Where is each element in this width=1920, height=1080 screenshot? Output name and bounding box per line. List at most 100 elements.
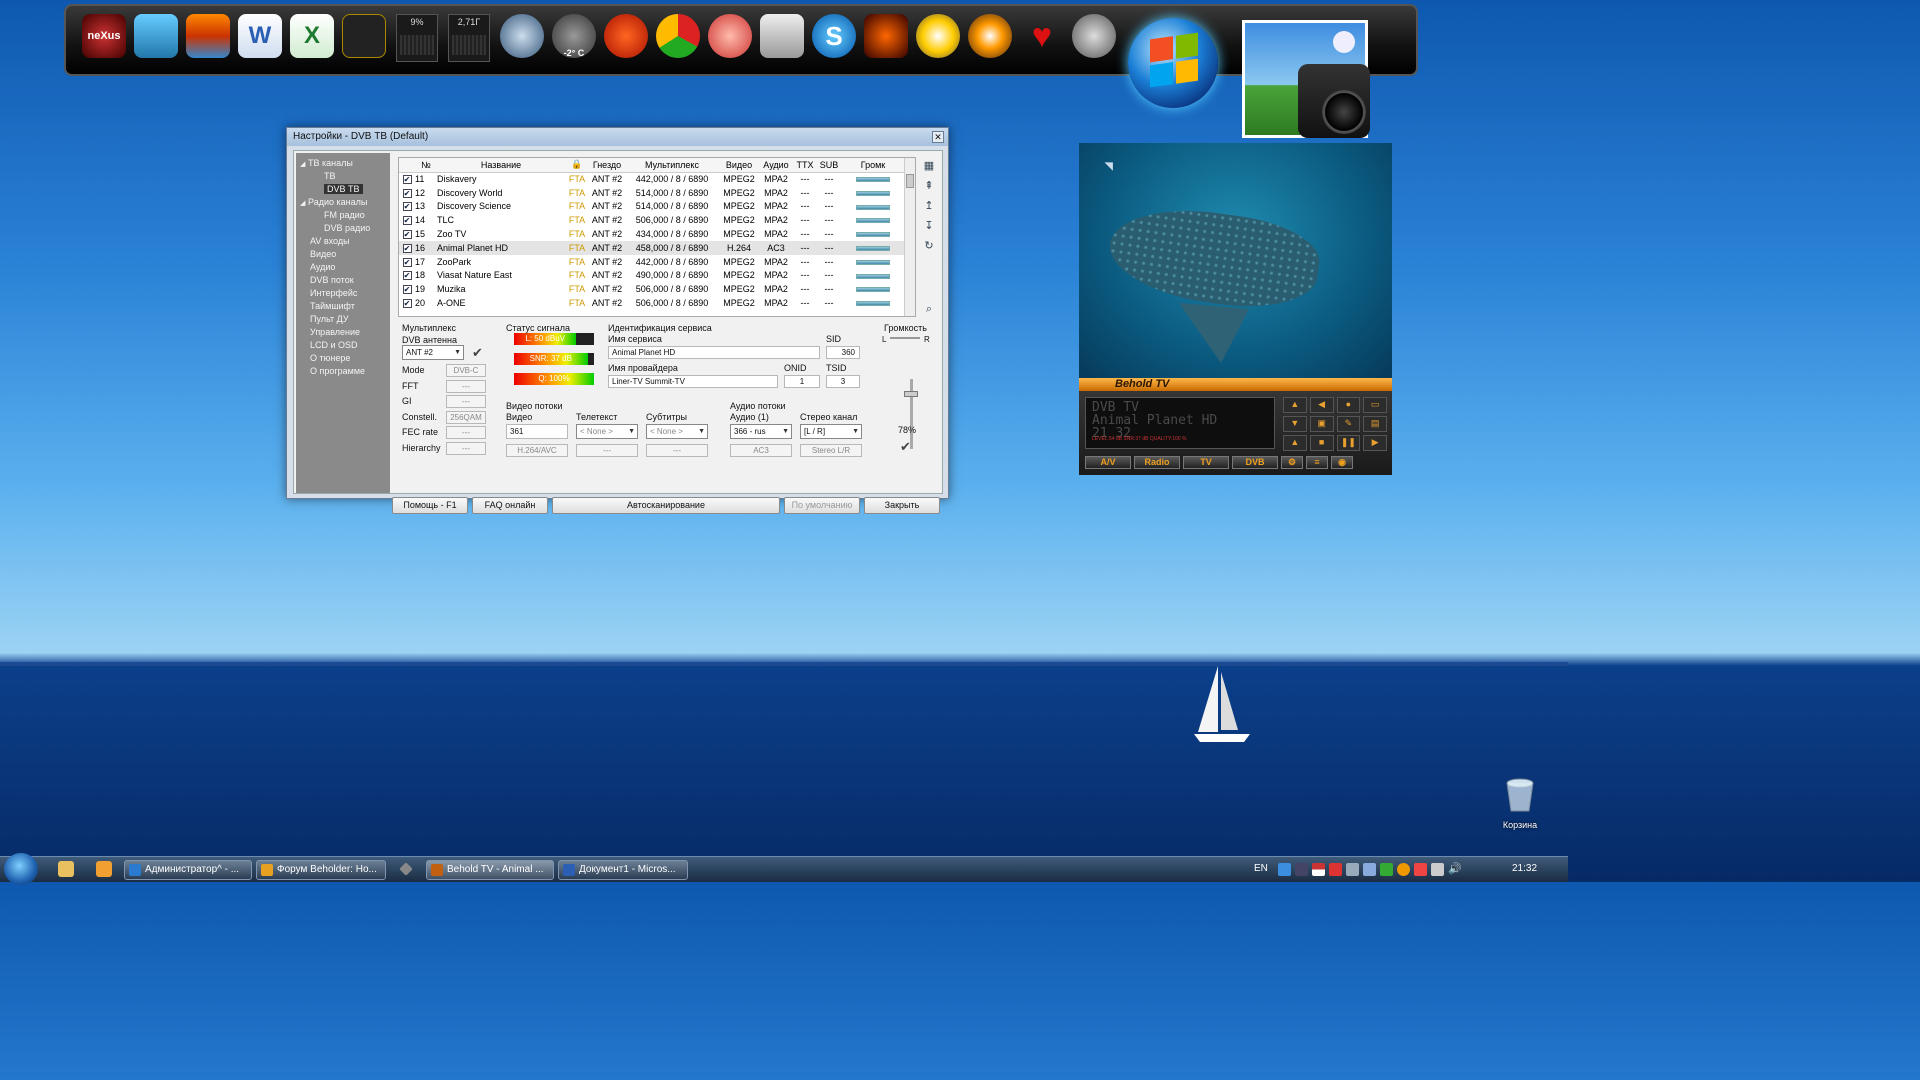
- column-header[interactable]: №: [415, 158, 437, 173]
- computer-icon[interactable]: [134, 14, 178, 58]
- tree-item[interactable]: LCD и OSD: [300, 339, 386, 352]
- skype-tray-icon[interactable]: [1278, 863, 1291, 876]
- grid-view-icon[interactable]: ▦: [922, 159, 936, 179]
- table-row[interactable]: ✔ 13 Discovery Science FTA ANT #2 514,000 / 8…: [399, 200, 905, 214]
- video-pid-field[interactable]: 361: [506, 424, 568, 439]
- volume-level-bar[interactable]: [856, 259, 890, 265]
- row-checkbox[interactable]: ✔: [402, 175, 412, 185]
- action-center-icon[interactable]: [1414, 863, 1427, 876]
- balance-slider[interactable]: [890, 337, 920, 339]
- network-tray-icon[interactable]: [1363, 863, 1376, 876]
- cpu-meter-icon[interactable]: 9%: [396, 14, 438, 62]
- nexus-icon[interactable]: neXus: [82, 14, 126, 58]
- close-button[interactable]: Закрыть: [864, 497, 940, 514]
- flag-tray-icon[interactable]: [1312, 863, 1325, 876]
- channel-down-icon[interactable]: ▼: [1283, 416, 1307, 432]
- heart-icon[interactable]: ♥: [1020, 14, 1064, 58]
- column-header[interactable]: 🔒: [565, 158, 589, 173]
- eye-icon[interactable]: ◉: [1331, 456, 1353, 469]
- mode-dvb-button[interactable]: DVB: [1232, 456, 1278, 469]
- move-down-icon[interactable]: ↧: [922, 219, 936, 239]
- task-behold[interactable]: Behold TV - Animal ...: [426, 860, 554, 880]
- antivirus-tray-icon[interactable]: [1329, 863, 1342, 876]
- pause-icon[interactable]: ❚❚: [1336, 435, 1361, 451]
- subtitles-select[interactable]: < None >: [646, 424, 708, 439]
- table-row[interactable]: ✔ 20 A-ONE FTA ANT #2 506,000 / 8 / 6890 MPEG2…: [399, 296, 905, 310]
- virus-icon[interactable]: [864, 14, 908, 58]
- display-tray-icon[interactable]: [1431, 863, 1444, 876]
- volume-apply-icon[interactable]: ✔: [900, 439, 911, 455]
- apply-antenna-icon[interactable]: ✔: [472, 345, 483, 361]
- language-indicator[interactable]: EN: [1254, 863, 1268, 874]
- dialog-titlebar[interactable]: Настройки - DVB ТВ (Default) ✕: [287, 128, 948, 146]
- switcher-icon[interactable]: [399, 862, 413, 876]
- stereo-select[interactable]: [L / R]: [800, 424, 862, 439]
- skype-icon[interactable]: S: [812, 14, 856, 58]
- volume-level-bar[interactable]: [856, 301, 890, 307]
- stop-icon[interactable]: ■: [1309, 435, 1334, 451]
- column-header[interactable]: Аудио: [759, 158, 793, 173]
- update-tray-icon[interactable]: [1380, 863, 1393, 876]
- video-area[interactable]: ◥: [1079, 143, 1392, 378]
- teletext-select[interactable]: < None >: [576, 424, 638, 439]
- audio-select[interactable]: 366 - rus: [730, 424, 792, 439]
- faq-button[interactable]: FAQ онлайн: [472, 497, 548, 514]
- explorer-icon[interactable]: [58, 861, 74, 877]
- volume-tray-icon[interactable]: 🔊: [1448, 863, 1462, 876]
- play-icon[interactable]: ▶: [1363, 435, 1387, 451]
- monitor-tray-icon[interactable]: [1295, 863, 1308, 876]
- refresh-icon[interactable]: ↻: [922, 239, 936, 259]
- excel-icon[interactable]: X: [290, 14, 334, 58]
- row-checkbox[interactable]: ✔: [402, 202, 412, 212]
- autoscan-button[interactable]: Автосканирование: [552, 497, 780, 514]
- tree-item[interactable]: Таймшифт: [300, 300, 386, 313]
- list-icon[interactable]: ≡: [1306, 456, 1328, 469]
- media-player-icon[interactable]: [342, 14, 386, 58]
- tree-item[interactable]: DVB ТВ: [300, 183, 386, 196]
- folder-icon[interactable]: ▤: [1363, 416, 1387, 432]
- column-header[interactable]: Видео: [719, 158, 759, 173]
- move-top-icon[interactable]: ⇞: [922, 179, 936, 199]
- tree-item[interactable]: AV входы: [300, 235, 386, 248]
- flower-icon[interactable]: [708, 14, 752, 58]
- mode-radio-button[interactable]: Radio: [1134, 456, 1180, 469]
- tree-item[interactable]: Аудио: [300, 261, 386, 274]
- search-icon[interactable]: ⌕: [922, 303, 936, 323]
- books-icon[interactable]: [186, 14, 230, 58]
- volume-level-bar[interactable]: [856, 190, 890, 196]
- expand-arrow-icon[interactable]: ◢: [300, 197, 308, 210]
- row-checkbox[interactable]: ✔: [402, 257, 412, 267]
- sun-icon[interactable]: [604, 14, 648, 58]
- snapshot-icon[interactable]: ▣: [1309, 416, 1334, 432]
- aimp-tray-icon[interactable]: [1397, 863, 1410, 876]
- table-row[interactable]: ✔ 11 Diskavery FTA ANT #2 442,000 / 8 / 6890 M…: [399, 172, 905, 186]
- row-checkbox[interactable]: ✔: [402, 230, 412, 240]
- tree-item[interactable]: О тюнере: [300, 352, 386, 365]
- antenna-select[interactable]: ANT #2: [402, 345, 464, 360]
- defaults-button[interactable]: По умолчанию: [784, 497, 860, 514]
- tree-item[interactable]: ◢ ТВ каналы: [300, 157, 386, 170]
- memory-meter-icon[interactable]: 2,71Г: [448, 14, 490, 62]
- help-button[interactable]: Помощь - F1: [392, 497, 468, 514]
- clock[interactable]: 21:32: [1512, 863, 1537, 874]
- volume-level-bar[interactable]: [856, 177, 890, 183]
- tree-item[interactable]: Видео: [300, 248, 386, 261]
- task-word[interactable]: Документ1 - Micros...: [558, 860, 688, 880]
- column-header[interactable]: Название: [437, 158, 565, 173]
- tree-item[interactable]: DVB радио: [300, 222, 386, 235]
- chrome-icon[interactable]: [656, 14, 700, 58]
- task-forum[interactable]: Форум Beholder: Но...: [256, 860, 386, 880]
- column-header[interactable]: Гнездо: [589, 158, 625, 173]
- robot-icon[interactable]: [1072, 14, 1116, 58]
- task-admin[interactable]: Администратор^ - ...: [124, 860, 252, 880]
- volume-level-bar[interactable]: [856, 246, 890, 251]
- expand-arrow-icon[interactable]: ◢: [300, 158, 308, 171]
- channel-up-icon[interactable]: ▲: [1283, 397, 1307, 413]
- tree-item[interactable]: Пульт ДУ: [300, 313, 386, 326]
- volume-level-bar[interactable]: [856, 218, 890, 224]
- usb-tray-icon[interactable]: [1346, 863, 1359, 876]
- recycle-bin-icon[interactable]: [1504, 778, 1536, 814]
- tree-item[interactable]: ◢ Радио каналы: [300, 196, 386, 209]
- tree-item[interactable]: DVB поток: [300, 274, 386, 287]
- table-row[interactable]: ✔ 17 ZooPark FTA ANT #2 442,000 / 8 / 6890 MPE…: [399, 255, 905, 269]
